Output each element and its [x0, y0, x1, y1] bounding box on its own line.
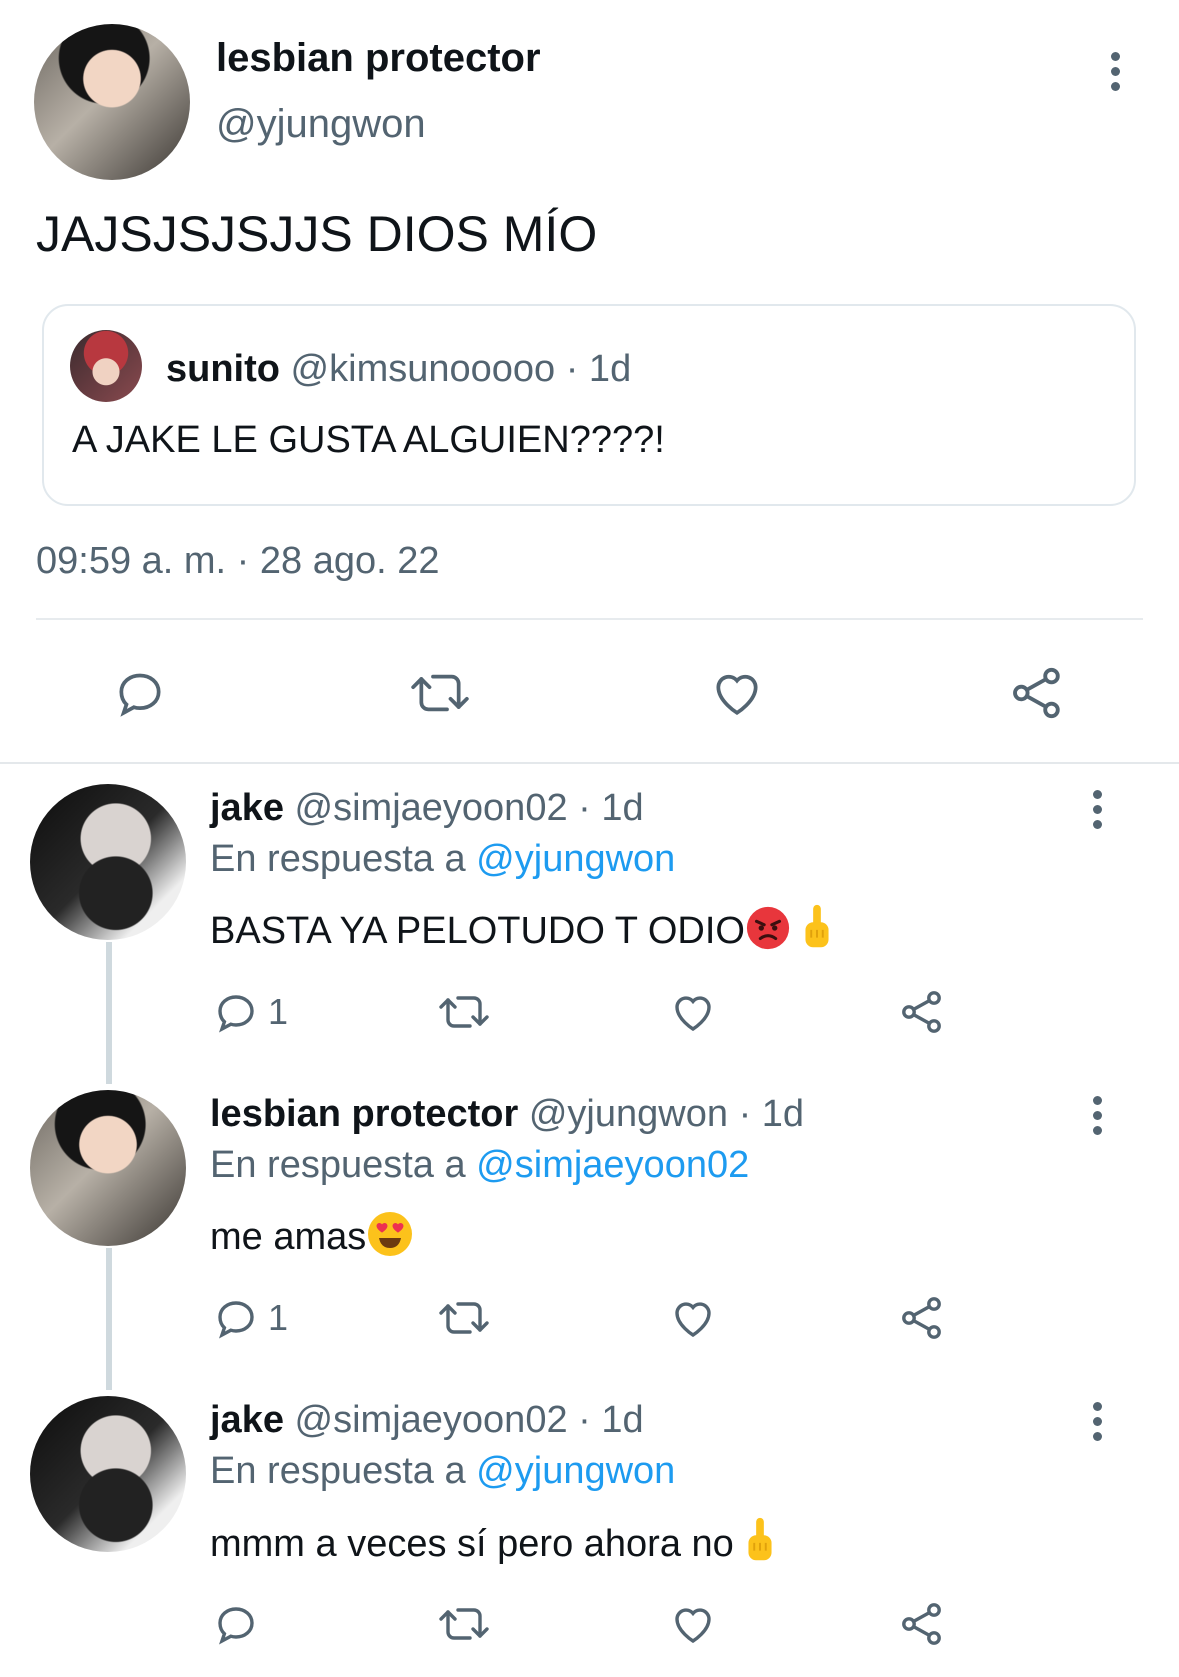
reply-author-handle[interactable]: @simjaeyoon02	[295, 1399, 568, 1441]
reply-icon[interactable]: 1	[212, 988, 288, 1036]
reply-count: 1	[268, 991, 289, 1032]
reply-to-line: En respuesta a @yjungwon	[210, 1450, 675, 1493]
retweet-icon[interactable]	[436, 988, 492, 1036]
reply-count: 1	[268, 1297, 289, 1338]
reply-author-handle[interactable]: @yjungwon	[529, 1093, 728, 1135]
reply-author-name[interactable]: jake	[210, 787, 284, 829]
quoted-author-avatar	[70, 330, 142, 402]
reply-age: · 1d	[578, 1399, 644, 1441]
quoted-header: sunito @kimsunooooo · 1d	[166, 348, 631, 391]
share-icon[interactable]	[898, 1294, 946, 1342]
heart-eyes-face-icon	[366, 1210, 414, 1268]
retweet-icon[interactable]	[436, 1600, 492, 1648]
reply-header: jake @simjaeyoon02 · 1d	[210, 787, 644, 830]
main-tweet-text: JAJSJSJSJJS DIOS MÍO	[36, 206, 598, 262]
retweet-icon[interactable]	[436, 1294, 492, 1342]
section-divider	[0, 762, 1179, 764]
reply-to-mention[interactable]: @simjaeyoon02	[476, 1144, 749, 1186]
reply-to-line: En respuesta a @simjaeyoon02	[210, 1144, 749, 1187]
reply-icon[interactable]	[112, 665, 168, 721]
heart-icon[interactable]	[668, 1600, 718, 1648]
reply-to-prefix: En respuesta a	[210, 838, 466, 880]
reply-to-prefix: En respuesta a	[210, 1144, 466, 1186]
more-vertical-icon[interactable]	[1098, 52, 1132, 98]
more-vertical-icon[interactable]	[1080, 1402, 1114, 1448]
reply-to-line: En respuesta a @yjungwon	[210, 838, 675, 881]
heart-icon[interactable]	[668, 988, 718, 1036]
retweet-icon[interactable]	[406, 665, 474, 721]
share-icon[interactable]	[898, 1600, 946, 1648]
reply-text-line: BASTA YA PELOTUDO T ODIO	[210, 903, 837, 963]
reply-author-avatar[interactable]	[30, 1090, 186, 1246]
main-action-bar	[0, 660, 1179, 726]
reply-icon[interactable]	[212, 1600, 268, 1648]
reply-header: jake @simjaeyoon02 · 1d	[210, 1399, 644, 1442]
reply-author-name[interactable]: lesbian protector	[210, 1093, 518, 1135]
reply-to-mention[interactable]: @yjungwon	[476, 1450, 675, 1492]
quoted-age: · 1d	[565, 348, 632, 390]
share-icon[interactable]	[898, 988, 946, 1036]
divider	[36, 618, 1143, 620]
reply-age: · 1d	[578, 787, 644, 829]
quoted-tweet[interactable]: sunito @kimsunooooo · 1d A JAKE LE GUSTA…	[42, 304, 1136, 506]
angry-face-icon	[745, 905, 791, 961]
heart-icon[interactable]	[668, 1294, 718, 1342]
quoted-author-handle: @kimsunooooo	[290, 348, 556, 390]
more-vertical-icon[interactable]	[1080, 1096, 1114, 1142]
reply-text: me amas	[210, 1216, 367, 1259]
tweet-timestamp[interactable]: 09:59 a. m. · 28 ago. 22	[36, 540, 440, 583]
reply-author-avatar[interactable]	[30, 1396, 186, 1552]
quoted-author-name: sunito	[166, 348, 280, 390]
reply-author-handle[interactable]: @simjaeyoon02	[295, 787, 568, 829]
quoted-text: A JAKE LE GUSTA ALGUIEN????!	[72, 419, 665, 461]
middle-finger-icon	[797, 903, 837, 963]
more-vertical-icon[interactable]	[1080, 790, 1114, 836]
reply-text: mmm a veces sí pero ahora no	[210, 1523, 734, 1566]
reply-to-prefix: En respuesta a	[210, 1450, 466, 1492]
middle-finger-icon	[740, 1516, 780, 1576]
heart-icon[interactable]	[708, 665, 766, 721]
share-icon[interactable]	[1008, 664, 1066, 722]
reply-text-line: mmm a veces sí pero ahora no	[210, 1516, 780, 1576]
reply-header: lesbian protector @yjungwon · 1d	[210, 1093, 804, 1136]
reply-icon[interactable]: 1	[212, 1294, 288, 1342]
main-author-name[interactable]: lesbian protector	[216, 36, 541, 81]
main-author-avatar[interactable]	[34, 24, 190, 180]
reply-to-mention[interactable]: @yjungwon	[476, 838, 675, 880]
reply-author-avatar[interactable]	[30, 784, 186, 940]
reply-author-name[interactable]: jake	[210, 1399, 284, 1441]
reply-action-bar	[0, 1596, 1179, 1652]
reply-text-line: me amas	[210, 1210, 414, 1268]
reply-action-bar: 1	[0, 1290, 1179, 1346]
reply-text: BASTA YA PELOTUDO T ODIO	[210, 910, 745, 953]
reply-age: · 1d	[738, 1093, 805, 1135]
main-author-handle[interactable]: @yjungwon	[216, 102, 426, 147]
reply-action-bar: 1	[0, 984, 1179, 1040]
